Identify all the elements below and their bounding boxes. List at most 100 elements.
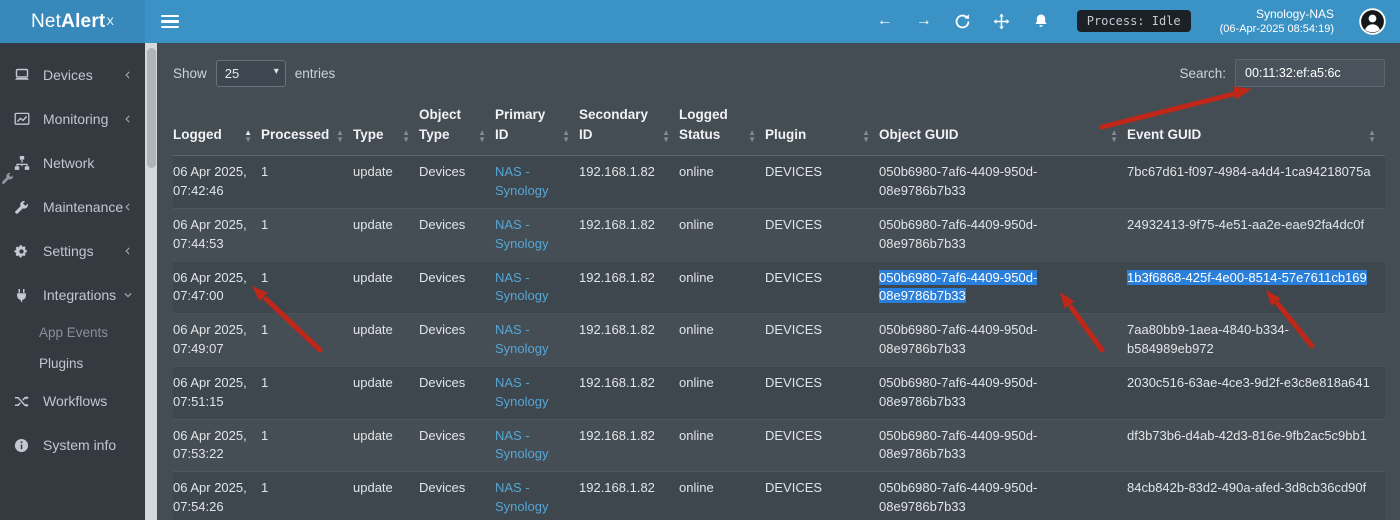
table-row[interactable]: 06 Apr 2025,07:42:461updateDevicesNAS - … bbox=[173, 156, 1385, 209]
brand-prefix: Net bbox=[31, 11, 61, 33]
user-avatar[interactable] bbox=[1359, 8, 1386, 35]
table-row[interactable]: 06 Apr 2025,07:54:261updateDevicesNAS - … bbox=[173, 472, 1385, 520]
search-input[interactable] bbox=[1235, 59, 1385, 87]
primary-id-link[interactable]: NAS - Synology bbox=[495, 322, 548, 356]
sidebar-item-settings[interactable]: Settings bbox=[0, 229, 145, 273]
search-label: Search: bbox=[1179, 66, 1226, 81]
cell-secondary-id: 192.168.1.82 bbox=[579, 419, 679, 472]
event-table-header-row: Logged▲▼Processed▲▼Type▲▼Object Type▲▼Pr… bbox=[173, 101, 1385, 156]
sort-icon[interactable]: ▲▼ bbox=[748, 129, 756, 143]
sidebar-item-integrations[interactable]: Integrations bbox=[0, 273, 145, 317]
cell-logged: 06 Apr 2025,07:47:00 bbox=[173, 261, 261, 314]
cell-logged: 06 Apr 2025,07:53:22 bbox=[173, 419, 261, 472]
sort-icon[interactable]: ▲▼ bbox=[662, 129, 670, 143]
top-nav: ← → Process: Idle Synology-NAS (06-Apr-2… bbox=[145, 0, 1400, 43]
sort-icon[interactable]: ▲▼ bbox=[862, 129, 870, 143]
sidebar-item-devices[interactable]: Devices bbox=[0, 53, 145, 97]
cell-object-guid: 050b6980-7af6-4409-950d-08e9786b7b33 bbox=[879, 472, 1127, 520]
sidebar-subitem-app-events[interactable]: App Events bbox=[0, 317, 145, 348]
primary-id-link[interactable]: NAS - Synology bbox=[495, 164, 548, 198]
cell-object-type: Devices bbox=[419, 419, 495, 472]
table-row[interactable]: 06 Apr 2025,07:51:151updateDevicesNAS - … bbox=[173, 366, 1385, 419]
sidebar-item-network[interactable]: Network bbox=[0, 141, 145, 185]
sort-icon[interactable]: ▲▼ bbox=[244, 129, 252, 143]
refresh-icon[interactable] bbox=[954, 12, 972, 30]
back-arrow-icon[interactable]: ← bbox=[876, 12, 894, 30]
page-scrollbar[interactable] bbox=[145, 43, 157, 520]
cell-processed: 1 bbox=[261, 208, 353, 261]
top-bar: NetAlertX ← → Process: Idle Synology-NAS… bbox=[0, 0, 1400, 43]
column-label: Object Type bbox=[419, 107, 461, 142]
plug-icon bbox=[14, 288, 36, 303]
cell-object-guid: 050b6980-7af6-4409-950d-08e9786b7b33 bbox=[879, 314, 1127, 367]
column-label: Processed bbox=[261, 127, 329, 142]
column-label: Type bbox=[353, 127, 384, 142]
column-label: Primary ID bbox=[495, 107, 545, 142]
forward-arrow-icon[interactable]: → bbox=[915, 12, 933, 30]
cell-object-guid: 050b6980-7af6-4409-950d-08e9786b7b33 bbox=[879, 208, 1127, 261]
cell-secondary-id: 192.168.1.82 bbox=[579, 208, 679, 261]
col-logged-status[interactable]: Logged Status▲▼ bbox=[679, 101, 765, 156]
sort-icon[interactable]: ▲▼ bbox=[1368, 129, 1376, 143]
col-logged[interactable]: Logged▲▼ bbox=[173, 101, 261, 156]
cell-type: update bbox=[353, 419, 419, 472]
move-icon[interactable] bbox=[993, 12, 1011, 30]
sort-icon[interactable]: ▲▼ bbox=[478, 129, 486, 143]
primary-id-link[interactable]: NAS - Synology bbox=[495, 428, 548, 462]
sidebar: Devices Monitoring Network Maintenance S… bbox=[0, 43, 145, 520]
cell-logged-status: online bbox=[679, 366, 765, 419]
sort-icon[interactable]: ▲▼ bbox=[562, 129, 570, 143]
events-table-wrap: Logged▲▼Processed▲▼Type▲▼Object Type▲▼Pr… bbox=[173, 101, 1385, 520]
col-primary-id[interactable]: Primary ID ▲▼ bbox=[495, 101, 579, 156]
col-plugin[interactable]: Plugin ▲▼ bbox=[765, 101, 879, 156]
app-logo[interactable]: NetAlertX bbox=[0, 0, 145, 43]
cell-logged-status: online bbox=[679, 419, 765, 472]
cell-primary-id: NAS - Synology bbox=[495, 314, 579, 367]
primary-id-link[interactable]: NAS - Synology bbox=[495, 270, 548, 304]
sort-icon[interactable]: ▲▼ bbox=[336, 129, 344, 143]
cell-object-type: Devices bbox=[419, 314, 495, 367]
primary-id-link[interactable]: NAS - Synology bbox=[495, 375, 548, 409]
primary-id-link[interactable]: NAS - Synology bbox=[495, 480, 548, 514]
page-size-select[interactable]: 25 bbox=[216, 60, 286, 87]
entries-label: entries bbox=[295, 66, 336, 81]
page-size-control: Show 25 ▾ entries bbox=[173, 60, 335, 87]
cell-object-guid: 050b6980-7af6-4409-950d-08e9786b7b33 bbox=[879, 261, 1127, 314]
sort-icon[interactable]: ▲▼ bbox=[1110, 129, 1118, 143]
bell-icon[interactable] bbox=[1032, 12, 1050, 30]
scrollbar-thumb[interactable] bbox=[147, 48, 156, 168]
table-row[interactable]: 06 Apr 2025,07:49:071updateDevicesNAS - … bbox=[173, 314, 1385, 367]
col-object-guid[interactable]: Object GUID▲▼ bbox=[879, 101, 1127, 156]
table-row[interactable]: 06 Apr 2025,07:53:221updateDevicesNAS - … bbox=[173, 419, 1385, 472]
cell-object-guid: 050b6980-7af6-4409-950d-08e9786b7b33 bbox=[879, 366, 1127, 419]
sidebar-item-maintenance[interactable]: Maintenance bbox=[0, 185, 145, 229]
table-row[interactable]: 06 Apr 2025,07:47:001updateDevicesNAS - … bbox=[173, 261, 1385, 314]
cell-logged-status: online bbox=[679, 472, 765, 520]
cell-event-guid: 24932413-9f75-4e51-aa2e-eae92fa4dc0f bbox=[1127, 208, 1385, 261]
col-processed[interactable]: Processed ▲▼ bbox=[261, 101, 353, 156]
cell-plugin: DEVICES bbox=[765, 156, 879, 209]
cell-processed: 1 bbox=[261, 419, 353, 472]
col-type[interactable]: Type ▲▼ bbox=[353, 101, 419, 156]
cell-processed: 1 bbox=[261, 314, 353, 367]
cell-primary-id: NAS - Synology bbox=[495, 261, 579, 314]
column-label: Plugin bbox=[765, 127, 806, 142]
sidebar-item-system-info[interactable]: System info bbox=[0, 423, 145, 467]
col-event-guid[interactable]: Event GUID▲▼ bbox=[1127, 101, 1385, 156]
cell-type: update bbox=[353, 314, 419, 367]
column-label: Secondary ID bbox=[579, 107, 648, 142]
hamburger-menu-icon[interactable] bbox=[161, 15, 179, 28]
col-object-type[interactable]: Object Type ▲▼ bbox=[419, 101, 495, 156]
cell-plugin: DEVICES bbox=[765, 419, 879, 472]
primary-id-link[interactable]: NAS - Synology bbox=[495, 217, 548, 251]
gear-icon bbox=[14, 244, 36, 259]
table-row[interactable]: 06 Apr 2025,07:44:531updateDevicesNAS - … bbox=[173, 208, 1385, 261]
col-secondary-id[interactable]: Secondary ID ▲▼ bbox=[579, 101, 679, 156]
sidebar-item-monitoring[interactable]: Monitoring bbox=[0, 97, 145, 141]
cell-primary-id: NAS - Synology bbox=[495, 419, 579, 472]
sort-icon[interactable]: ▲▼ bbox=[402, 129, 410, 143]
cell-plugin: DEVICES bbox=[765, 208, 879, 261]
sidebar-subitem-plugins[interactable]: Plugins bbox=[0, 348, 145, 379]
sidebar-item-workflows[interactable]: Workflows bbox=[0, 379, 145, 423]
show-label: Show bbox=[173, 66, 207, 81]
